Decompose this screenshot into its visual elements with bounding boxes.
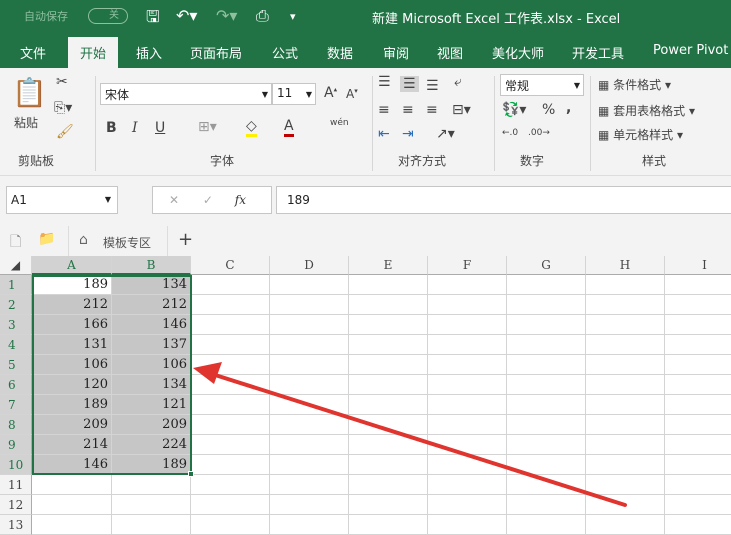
- annotation-arrow: [193, 362, 627, 507]
